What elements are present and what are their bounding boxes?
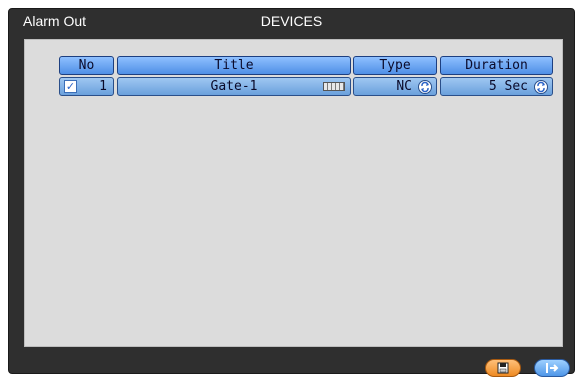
header-no: No <box>59 56 114 75</box>
dialog-window: Alarm Out DEVICES No Title Type Duration… <box>8 8 575 377</box>
header-title: Title <box>117 56 351 75</box>
row-no-cell: ✓ 1 <box>59 77 114 96</box>
save-button[interactable] <box>485 359 521 377</box>
title-value: Gate-1 <box>210 79 258 94</box>
exit-button[interactable] <box>534 359 570 377</box>
exit-icon <box>535 360 569 376</box>
type-value: NC <box>396 79 412 94</box>
type-selector[interactable]: NC <box>353 77 437 96</box>
keyboard-icon[interactable] <box>323 82 345 91</box>
cycle-icon[interactable] <box>418 80 432 94</box>
cycle-icon[interactable] <box>534 80 548 94</box>
title-field[interactable]: Gate-1 <box>117 77 351 96</box>
row-number: 1 <box>99 79 107 94</box>
title-bar: Alarm Out DEVICES <box>9 9 574 33</box>
page-title: DEVICES <box>260 13 323 29</box>
save-icon <box>486 360 520 376</box>
duration-selector[interactable]: 5 Sec <box>440 77 553 96</box>
header-type: Type <box>353 56 437 75</box>
enable-checkbox[interactable]: ✓ <box>64 80 77 93</box>
header-duration: Duration <box>440 56 553 75</box>
duration-value: 5 Sec <box>488 79 528 94</box>
